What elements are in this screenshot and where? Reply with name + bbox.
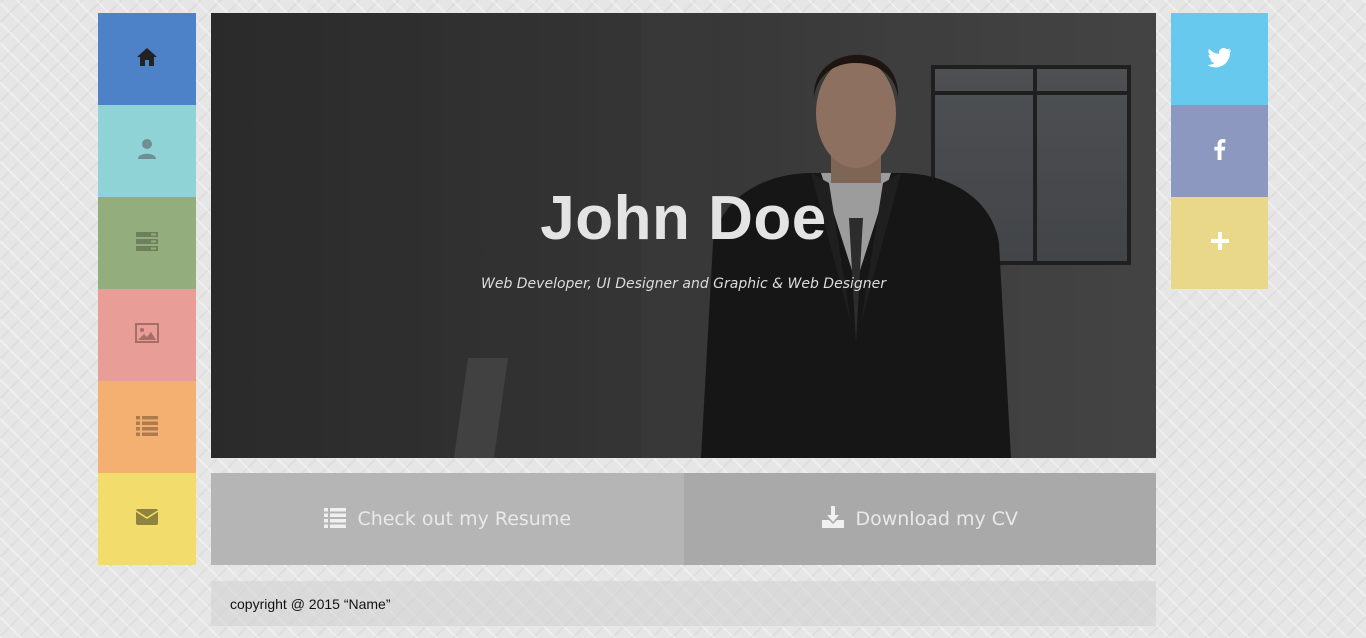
download-cv-button[interactable]: Download my CV	[683, 473, 1156, 565]
list-icon	[323, 505, 347, 534]
download-icon	[821, 505, 845, 534]
envelope-icon	[135, 505, 159, 534]
resume-button[interactable]: Check out my Resume	[211, 473, 684, 565]
copyright-text: copyright @ 2015 “Name”	[230, 595, 391, 612]
nav-resume-button[interactable]	[98, 381, 196, 473]
plus-icon	[1208, 229, 1232, 258]
hero-subtitle: Web Developer, UI Designer and Graphic &…	[480, 276, 887, 292]
footer: copyright @ 2015 “Name”	[211, 581, 1156, 626]
side-nav	[98, 13, 196, 565]
twitter-button[interactable]	[1171, 13, 1268, 105]
download-cv-label: Download my CV	[855, 508, 1019, 530]
user-icon	[135, 137, 159, 166]
social-nav	[1171, 13, 1268, 289]
image-icon	[135, 321, 159, 350]
nav-portfolio-button[interactable]	[98, 289, 196, 381]
server-icon	[135, 229, 159, 258]
resume-button-label: Check out my Resume	[357, 508, 572, 530]
twitter-icon	[1206, 45, 1232, 74]
nav-about-button[interactable]	[98, 105, 196, 197]
facebook-icon	[1208, 137, 1232, 166]
hero-banner: John Doe Web Developer, UI Designer and …	[211, 13, 1156, 458]
action-bar: Check out my Resume Download my CV	[211, 473, 1156, 565]
nav-home-button[interactable]	[98, 13, 196, 105]
home-icon	[135, 45, 159, 74]
google-plus-button[interactable]	[1171, 197, 1268, 289]
nav-contact-button[interactable]	[98, 473, 196, 565]
facebook-button[interactable]	[1171, 105, 1268, 197]
nav-services-button[interactable]	[98, 197, 196, 289]
list-icon	[135, 413, 159, 442]
hero-name: John Doe	[540, 184, 827, 253]
